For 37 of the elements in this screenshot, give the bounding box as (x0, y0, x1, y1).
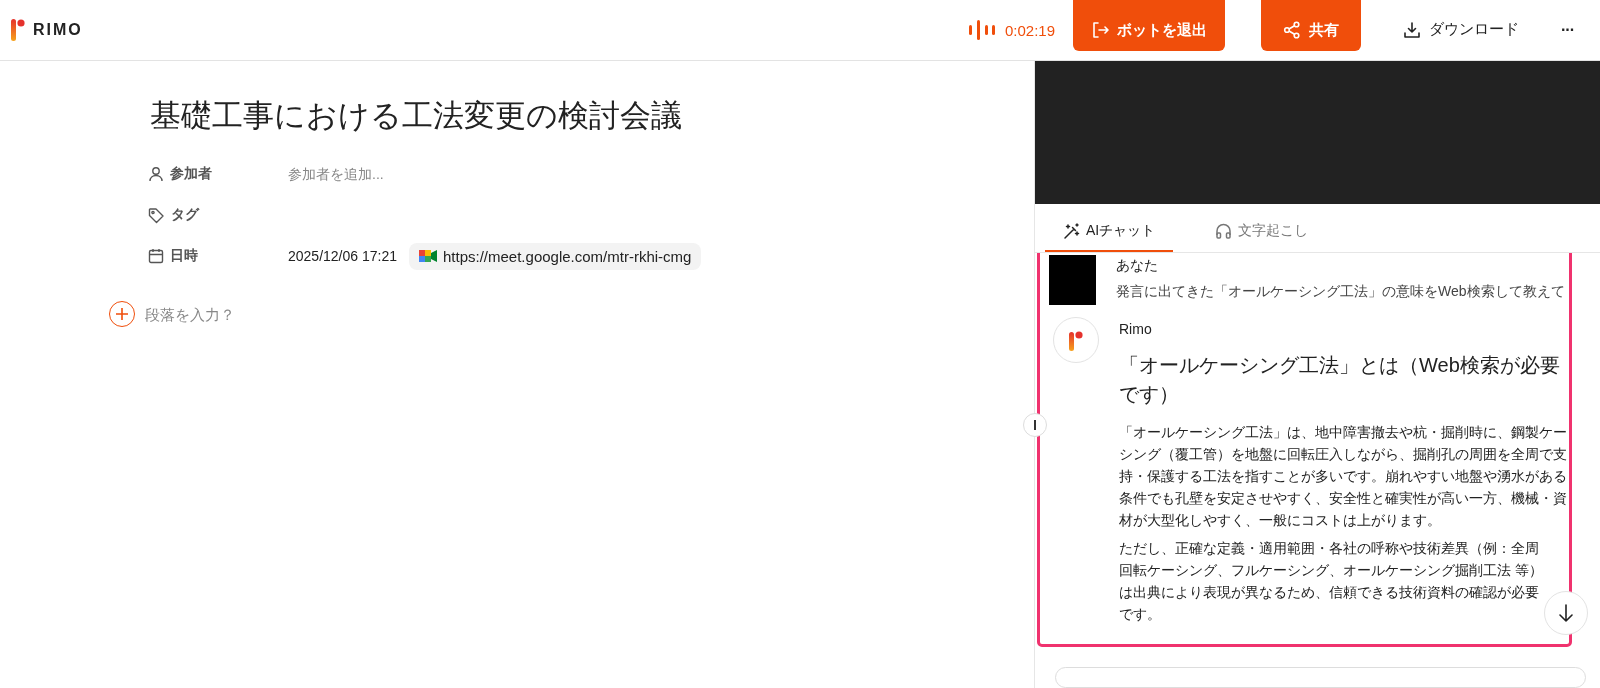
exit-icon (1091, 21, 1109, 39)
answer-paragraph: ただし、正確な定義・適用範囲・各社の呼称や技術差異（例：全周回転ケーシング、フルケーシング、オールケーシング掘削工法 等）は出典により表現が異なるため、信頼できる技術資料の確認が必要です。 (1119, 539, 1544, 624)
message-author: Rimo (1119, 321, 1153, 337)
panel-tab[interactable]: AIチャット (1045, 222, 1174, 252)
arrow-down-icon (1558, 604, 1574, 622)
video-camera-icon (419, 249, 437, 263)
logo-text: RIMO (33, 21, 83, 39)
leave-bot-button[interactable]: ボットを退出 (1073, 0, 1225, 51)
field-label: タグ (171, 206, 199, 224)
avatar (1049, 255, 1096, 305)
download-icon (1403, 20, 1421, 39)
person-icon (148, 166, 164, 182)
logo-icon (11, 19, 25, 41)
plus-icon (115, 307, 129, 321)
share-button[interactable]: 共有 (1261, 0, 1361, 51)
panel-tab[interactable]: 文字起こし (1197, 222, 1327, 252)
date-time: 2025/12/06 17:21 (288, 248, 397, 264)
scroll-down-button[interactable] (1544, 591, 1588, 635)
more-button[interactable]: ··· (1555, 9, 1580, 51)
magic-wand-icon (1063, 222, 1080, 240)
answer-paragraph: 「オールケーシング工法」は、地中障害撤去や杭・掘削時に、鋼製ケーシング（覆工管）を地盤に回転圧入しながら、掘削孔の周囲を全周で支持・保護する工法を指すことが多いです。崩れやすい地盤や湧水がある条件でも孔壁を安定させやすく、安全性と確実性が高い一方、機械・資材が大型化しやすく、一般にコストは上がります。 (1119, 423, 1568, 530)
recording-time: 0:02:19 (1004, 21, 1055, 39)
headphones-icon (1215, 222, 1233, 240)
download-button[interactable]: ダウンロード (1397, 9, 1525, 51)
tag-icon (148, 206, 165, 224)
calendar-icon (148, 248, 164, 264)
message-text: 発言に出てきた「オールケーシング工法」の意味をWeb検索して教えて (1116, 283, 1566, 301)
field-label: 参加者 (170, 165, 212, 183)
message-author: あなた (1116, 257, 1159, 275)
add-block-button[interactable] (109, 301, 135, 327)
waveform-icon (967, 20, 996, 40)
meeting-title: 基礎工事における工法変更の検討会議 (150, 97, 683, 135)
share-icon (1283, 21, 1301, 39)
resize-handle[interactable] (1023, 413, 1047, 437)
meeting-link[interactable]: https://meet.google.com/mtr-rkhi-cmg (409, 242, 702, 270)
answer-heading: 「オールケーシング工法」とは（Web検索が必要です） (1119, 353, 1561, 407)
field-label: 日時 (170, 247, 198, 265)
